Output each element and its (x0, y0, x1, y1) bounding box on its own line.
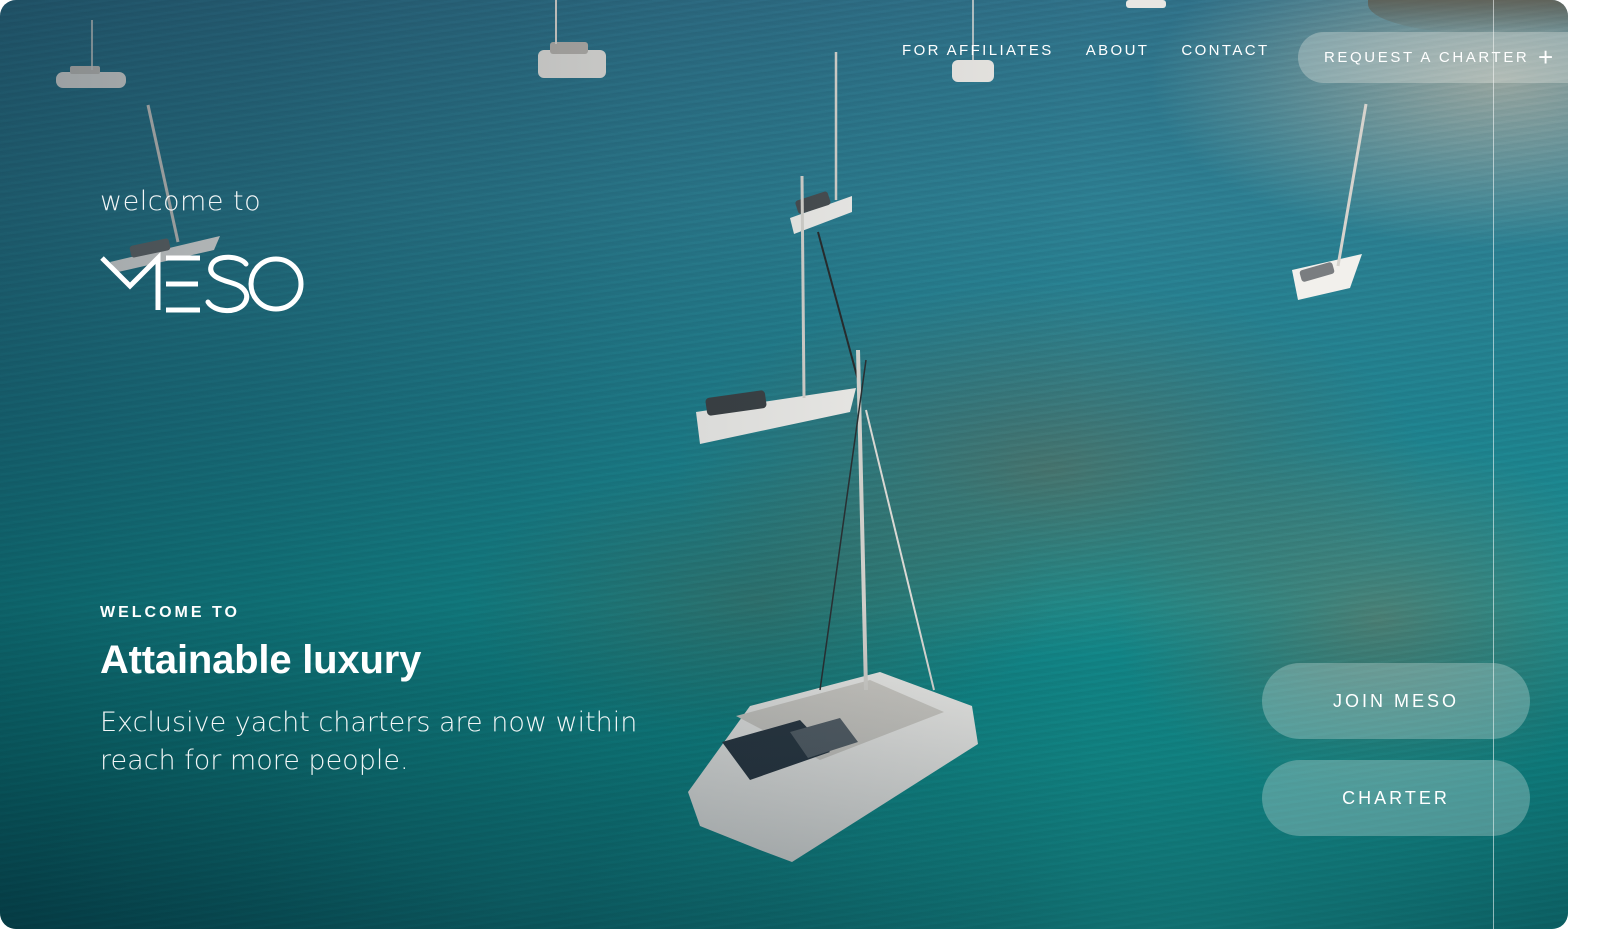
charter-button[interactable]: CHARTER (1262, 760, 1530, 836)
meso-logo (100, 251, 304, 313)
request-charter-label: REQUEST A CHARTER (1324, 49, 1530, 66)
request-charter-button[interactable]: REQUEST A CHARTER + (1298, 32, 1568, 83)
top-nav: FOR AFFILIATES ABOUT CONTACT (902, 42, 1270, 59)
hero-subheadline: Exclusive yacht charters are now within … (100, 707, 638, 776)
nav-about[interactable]: ABOUT (1086, 42, 1150, 59)
nav-for-affiliates[interactable]: FOR AFFILIATES (902, 42, 1054, 59)
hero-eyebrow: WELCOME TO (100, 604, 240, 621)
nav-contact[interactable]: CONTACT (1181, 42, 1269, 59)
hero-section: FOR AFFILIATES ABOUT CONTACT REQUEST A C… (0, 0, 1568, 929)
plus-icon: + (1538, 42, 1554, 72)
join-meso-button[interactable]: JOIN MESO (1262, 663, 1530, 739)
welcome-small-text: welcome to (100, 186, 262, 217)
hero-headline: Attainable luxury (100, 638, 422, 682)
